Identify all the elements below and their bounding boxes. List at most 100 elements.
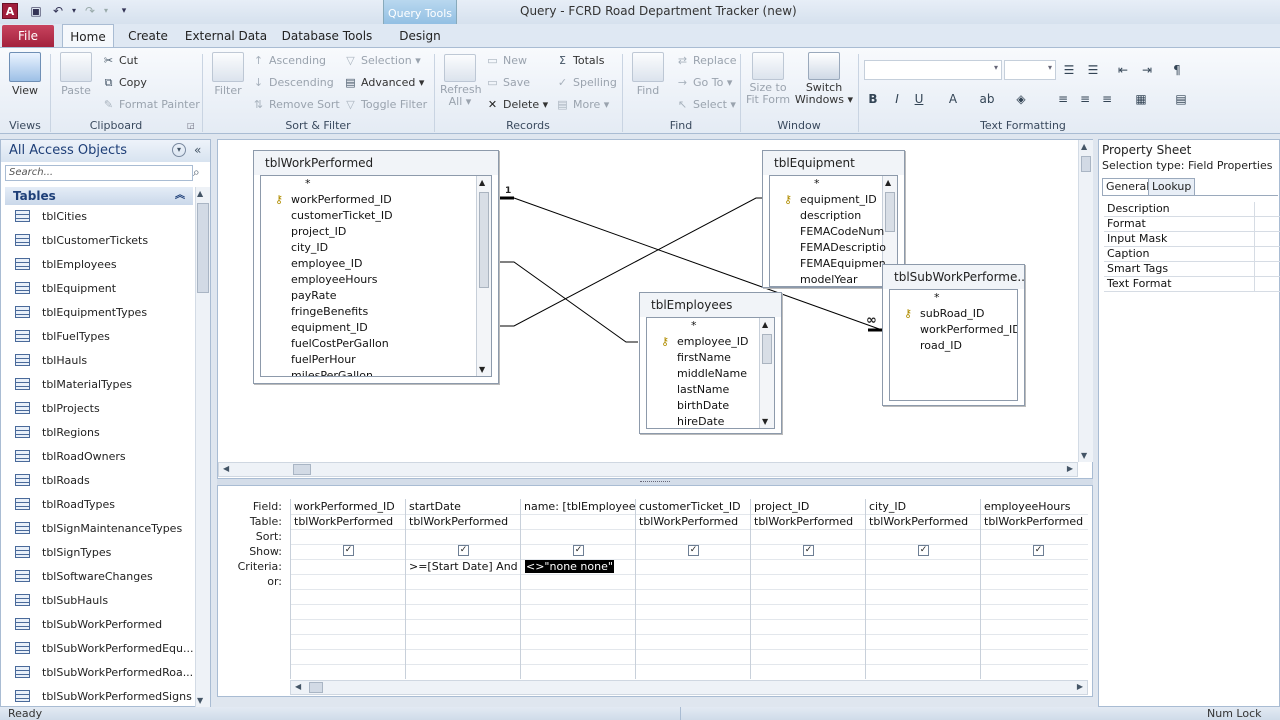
grid-field-cell[interactable]: name: [tblEmployees]! — [524, 500, 635, 513]
grid-column[interactable]: name: [tblEmployees]! ✓ <>"none none" — [520, 499, 635, 679]
tab-design[interactable]: Design — [388, 24, 452, 48]
refresh-all-button[interactable]: Refresh All ▾ — [440, 54, 482, 108]
field-list-title[interactable]: tblSubWorkPerforme... — [883, 265, 1024, 289]
field-list-item[interactable]: * — [691, 319, 697, 335]
field-list-item[interactable]: fringeBenefits — [291, 305, 368, 321]
font-name-combo[interactable]: ▾ — [864, 60, 1002, 80]
field-list-item[interactable]: FEMACodeNum — [800, 225, 884, 241]
align-left-icon[interactable]: ≡ — [1054, 90, 1072, 108]
field-list-item[interactable]: ⚷ employee_ID — [661, 335, 749, 351]
scroll-up-icon[interactable]: ▲ — [885, 178, 891, 187]
field-list-tblemployees[interactable]: tblEmployees ▲ ▼ * ⚷ employee_ID firstName m… — [639, 292, 782, 434]
grid-field-cell[interactable]: employeeHours — [984, 500, 1095, 513]
nav-item-table[interactable]: tblSoftwareChanges — [15, 570, 153, 588]
font-color-icon[interactable]: A — [944, 90, 962, 108]
property-row[interactable]: Caption — [1104, 247, 1280, 262]
design-horizontal-scrollbar[interactable]: ◀ ▶ — [218, 462, 1078, 477]
undo-icon[interactable]: ↶ — [50, 3, 66, 19]
decrease-indent-icon[interactable]: ⇤ — [1114, 61, 1132, 79]
tab-file[interactable]: File — [2, 25, 54, 47]
field-list-item[interactable]: fuelCostPerGallon — [291, 337, 389, 353]
nav-item-table[interactable]: tblRegions — [15, 426, 100, 444]
undo-dropdown-icon[interactable]: ▾ — [66, 3, 82, 19]
nav-item-table[interactable]: tblSignTypes — [15, 546, 111, 564]
field-list-item[interactable]: description — [800, 209, 861, 225]
nav-item-table[interactable]: tblMaterialTypes — [15, 378, 132, 396]
query-design-pane[interactable]: 1 ∞ tblWorkPerformed ▲ ▼ * ⚷ workPerformed… — [217, 139, 1093, 479]
field-list-title[interactable]: tblWorkPerformed — [254, 151, 498, 175]
ascending-button[interactable]: ↑ Ascending — [252, 54, 326, 67]
switch-windows-button[interactable]: Switch Windows ▾ — [794, 52, 854, 106]
field-list-item[interactable]: firstName — [677, 351, 731, 367]
alternate-row-color-icon[interactable]: ▤ — [1172, 90, 1190, 108]
nav-pane-header[interactable]: All Access Objects ▾ « — [1, 140, 210, 162]
property-row[interactable]: Format — [1104, 217, 1280, 232]
field-list-item[interactable]: milesPerGallon — [291, 369, 373, 376]
tab-home[interactable]: Home — [62, 24, 114, 48]
nav-item-table[interactable]: tblHauls — [15, 354, 87, 372]
nav-item-table[interactable]: tblEmployees — [15, 258, 117, 276]
selection-button[interactable]: ▽ Selection ▾ — [344, 54, 420, 67]
grid-column[interactable]: customerTicket_ID tblWorkPerformed ✓ — [635, 499, 750, 679]
grid-field-cell[interactable]: city_ID — [869, 500, 980, 513]
tab-general[interactable]: General — [1102, 178, 1154, 196]
nav-item-table[interactable]: tblRoads — [15, 474, 90, 492]
nav-item-table[interactable]: tblEquipment — [15, 282, 116, 300]
field-list-title[interactable]: tblEmployees — [640, 293, 781, 317]
scroll-thumb[interactable] — [293, 464, 311, 475]
field-list-item[interactable]: project_ID — [291, 225, 346, 241]
scroll-up-icon[interactable]: ▲ — [1081, 142, 1087, 151]
new-record-button[interactable]: ▭ New — [486, 54, 527, 67]
search-icon[interactable]: ⌕ — [193, 165, 200, 180]
field-list-item[interactable]: * — [814, 177, 820, 193]
bullets-icon[interactable]: ☰ — [1060, 61, 1078, 79]
field-list-item[interactable]: customerTicket_ID — [291, 209, 393, 225]
fill-color-icon[interactable]: ◈ — [1012, 90, 1030, 108]
replace-button[interactable]: ⇄ Replace — [676, 54, 737, 67]
property-row[interactable]: Input Mask — [1104, 232, 1280, 247]
advanced-button[interactable]: ▤ Advanced ▾ — [344, 76, 424, 89]
descending-button[interactable]: ↓ Descending — [252, 76, 334, 89]
field-list-item[interactable]: employee_ID — [291, 257, 363, 273]
collapse-pane-icon[interactable]: « — [194, 143, 201, 157]
grid-table-cell[interactable]: tblWorkPerformed — [294, 515, 405, 528]
property-row[interactable]: Text Format — [1104, 277, 1280, 292]
totals-button[interactable]: Σ Totals — [556, 54, 604, 67]
nav-item-table[interactable]: tblSubWorkPerformedEqu... — [15, 642, 193, 660]
field-list-item[interactable]: modelYear — [800, 273, 858, 286]
align-center-icon[interactable]: ≡ — [1076, 90, 1094, 108]
nav-item-table[interactable]: tblSignMaintenanceTypes — [15, 522, 182, 540]
show-checkbox[interactable]: ✓ — [343, 545, 354, 556]
field-list-item[interactable]: road_ID — [920, 339, 962, 355]
field-list-item[interactable]: ⚷ equipment_ID — [784, 193, 877, 209]
nav-item-table[interactable]: tblSubWorkPerformedRoa... — [15, 666, 193, 684]
numbering-icon[interactable]: ☰ — [1084, 61, 1102, 79]
grid-field-cell[interactable]: project_ID — [754, 500, 865, 513]
scroll-thumb[interactable] — [479, 192, 489, 288]
scroll-down-icon[interactable]: ▼ — [762, 417, 768, 426]
nav-group-tables[interactable]: Tables ︽ — [5, 187, 193, 205]
scroll-thumb[interactable] — [885, 192, 895, 232]
nav-pane-title[interactable]: All Access Objects — [9, 143, 127, 158]
grid-table-cell[interactable]: tblWorkPerformed — [869, 515, 980, 528]
field-list-item[interactable]: workPerformed_ID — [920, 323, 1017, 339]
grid-column[interactable]: startDate tblWorkPerformed ✓ >=[Start Date]… — [405, 499, 520, 679]
grid-table-cell[interactable]: tblWorkPerformed — [984, 515, 1095, 528]
design-vertical-scrollbar[interactable]: ▲ ▼ — [1078, 140, 1093, 462]
grid-table-cell[interactable]: tblWorkPerformed — [639, 515, 750, 528]
save-icon[interactable]: ▣ — [28, 3, 44, 19]
show-checkbox[interactable]: ✓ — [573, 545, 584, 556]
toggle-filter-button[interactable]: ▽ Toggle Filter — [344, 98, 427, 111]
property-row[interactable]: Description — [1104, 202, 1280, 217]
spelling-button[interactable]: ✓ Spelling — [556, 76, 617, 89]
field-list-item[interactable]: * — [305, 177, 311, 193]
show-checkbox[interactable]: ✓ — [1033, 545, 1044, 556]
field-list-item[interactable]: lastName — [677, 383, 729, 399]
paragraph-mark-icon[interactable]: ¶ — [1168, 61, 1186, 79]
font-size-combo[interactable]: ▾ — [1004, 60, 1056, 80]
nav-scrollbar[interactable]: ▲ ▼ — [195, 187, 210, 707]
scroll-down-icon[interactable]: ▼ — [479, 365, 485, 374]
grid-column[interactable]: workPerformed_ID tblWorkPerformed ✓ — [290, 499, 405, 679]
property-row[interactable]: Smart Tags — [1104, 262, 1280, 277]
cut-button[interactable]: ✂ Cut — [102, 54, 138, 67]
